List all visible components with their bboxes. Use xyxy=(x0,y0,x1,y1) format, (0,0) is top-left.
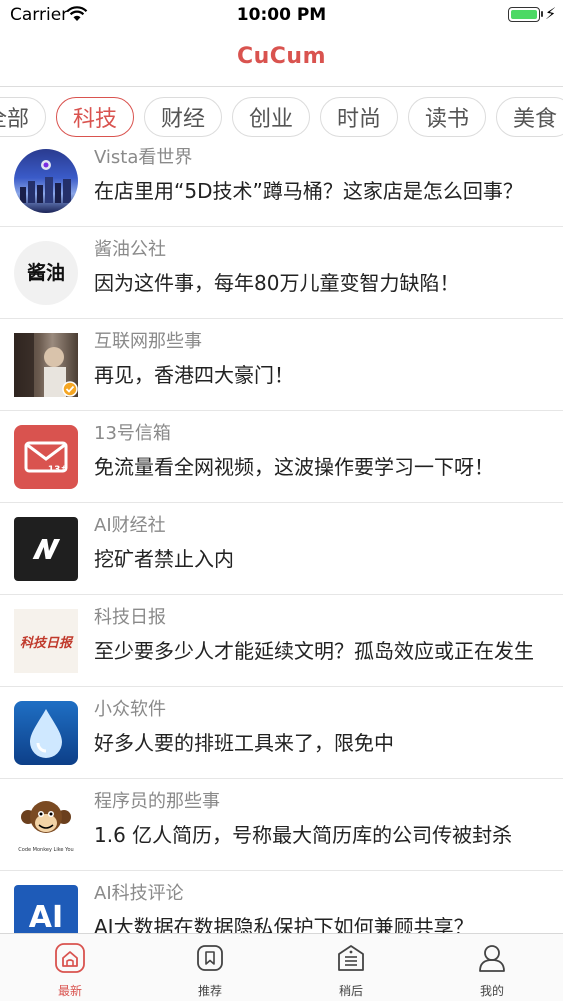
article-headline[interactable]: AI大数据在数据隐私保护下如何兼顾共享？ xyxy=(94,911,549,933)
article-headline[interactable]: 再见，香港四大豪门！ xyxy=(94,359,549,388)
jiangyou-avatar: 酱油 xyxy=(14,241,78,305)
list-item[interactable]: Vista看世界 在店里用“5D技术”蹲马桶？这家店是怎么回事？ xyxy=(0,147,563,227)
status-bar: Carrier 10:00 PM ⚡ xyxy=(0,0,563,30)
battery-nub xyxy=(541,11,543,17)
article-source: AI科技评论 xyxy=(94,883,184,904)
article-source: 程序员的那些事 xyxy=(94,791,220,812)
category-tab-startup[interactable]: 创业 xyxy=(232,97,310,137)
list-item[interactable]: AI财经社 挖矿者禁止入内 xyxy=(0,503,563,595)
article-headline[interactable]: 在店里用“5D技术”蹲马桶？这家店是怎么回事？ xyxy=(94,175,549,204)
list-item[interactable]: 13# 13号信箱 免流量看全网视频，这波操作要学习一下呀！ xyxy=(0,411,563,503)
ai-review-avatar: AI xyxy=(14,885,78,933)
monkey-avatar-text: Code Monkey Like You xyxy=(18,847,74,853)
article-list: Vista看世界 在店里用“5D技术”蹲马桶？这家店是怎么回事？ 酱油 酱油公社… xyxy=(0,147,563,933)
article-source: 13号信箱 xyxy=(94,423,171,444)
category-tab-reading[interactable]: 读书 xyxy=(408,97,486,137)
list-item[interactable]: 科技日报 科技日报 至少要多少人才能延续文明？孤岛效应或正在发生 xyxy=(0,595,563,687)
ai-review-logo-text: AI xyxy=(28,899,64,934)
keji-ribao-avatar: 科技日报 xyxy=(14,609,78,673)
article-headline[interactable]: 因为这件事，每年80万儿童变智力缺陷！ xyxy=(94,267,549,296)
list-item[interactable]: 小众软件 好多人要的排班工具来了，限免中 xyxy=(0,687,563,779)
read-later-icon xyxy=(338,945,364,971)
article-headline[interactable]: 免流量看全网视频，这波操作要学习一下呀！ xyxy=(94,451,549,480)
bookmark-icon xyxy=(197,945,223,971)
article-source: 互联网那些事 xyxy=(94,331,202,352)
tab-label: 稍后 xyxy=(338,984,363,998)
article-headline[interactable]: 挖矿者禁止入内 xyxy=(94,543,549,572)
article-source: AI财经社 xyxy=(94,515,166,536)
ai-finance-avatar xyxy=(14,517,78,581)
drop-avatar xyxy=(14,701,78,765)
tab-mine[interactable]: 我的 xyxy=(422,934,562,1001)
home-icon xyxy=(55,943,85,973)
article-headline[interactable]: 至少要多少人才能延续文明？孤岛效应或正在发生 xyxy=(94,635,549,664)
tab-bar: 最新 推荐 稍后 我的 xyxy=(0,933,563,1001)
keji-ribao-logo-text: 科技日报 xyxy=(19,635,72,651)
clock: 10:00 PM xyxy=(236,5,327,25)
article-source: 小众软件 xyxy=(94,699,166,720)
article-source: 科技日报 xyxy=(94,607,166,628)
tab-recommend[interactable]: 推荐 xyxy=(140,934,280,1001)
category-tab-fashion[interactable]: 时尚 xyxy=(320,97,398,137)
list-item[interactable]: Code Monkey Like You 程序员的那些事 1.6 亿人简历，号称… xyxy=(0,779,563,871)
category-tab-finance[interactable]: 财经 xyxy=(144,97,222,137)
tab-later[interactable]: 稍后 xyxy=(281,934,421,1001)
vista-avatar xyxy=(14,149,78,213)
jiangyou-logo-text: 酱油 xyxy=(26,262,65,284)
category-tab-food[interactable]: 美食 xyxy=(496,97,563,137)
list-item[interactable]: 酱油 酱油公社 因为这件事，每年80万儿童变智力缺陷！ xyxy=(0,227,563,319)
list-item[interactable]: AI AI科技评论 AI大数据在数据隐私保护下如何兼顾共享？ xyxy=(0,871,563,933)
app-title: CuCum xyxy=(236,44,327,69)
mailbox-avatar-text: 13# xyxy=(47,465,68,475)
battery-icon xyxy=(508,7,540,22)
category-tab-all[interactable]: 全部 xyxy=(0,97,46,137)
category-tabs: 全部 科技 财经 创业 时尚 读书 美食 xyxy=(0,87,563,147)
monkey-avatar: Code Monkey Like You xyxy=(14,793,78,857)
tab-latest[interactable]: 最新 xyxy=(0,934,140,1001)
article-headline[interactable]: 1.6 亿人简历，号称最大简历库的公司传被封杀 xyxy=(94,819,549,848)
user-icon xyxy=(479,945,505,972)
category-tab-tech[interactable]: 科技 xyxy=(56,97,134,137)
article-source: 酱油公社 xyxy=(94,239,166,260)
tab-label: 我的 xyxy=(479,984,504,998)
tab-label: 推荐 xyxy=(197,984,222,998)
article-source: Vista看世界 xyxy=(94,147,193,168)
mailbox-avatar: 13# xyxy=(14,425,78,489)
photo-avatar xyxy=(14,333,78,397)
charging-icon: ⚡ xyxy=(545,4,557,23)
nav-bar: CuCum xyxy=(0,30,563,87)
tab-label: 最新 xyxy=(57,984,82,998)
list-item[interactable]: 互联网那些事 再见，香港四大豪门！ xyxy=(0,319,563,411)
article-headline[interactable]: 好多人要的排班工具来了，限免中 xyxy=(94,727,549,756)
